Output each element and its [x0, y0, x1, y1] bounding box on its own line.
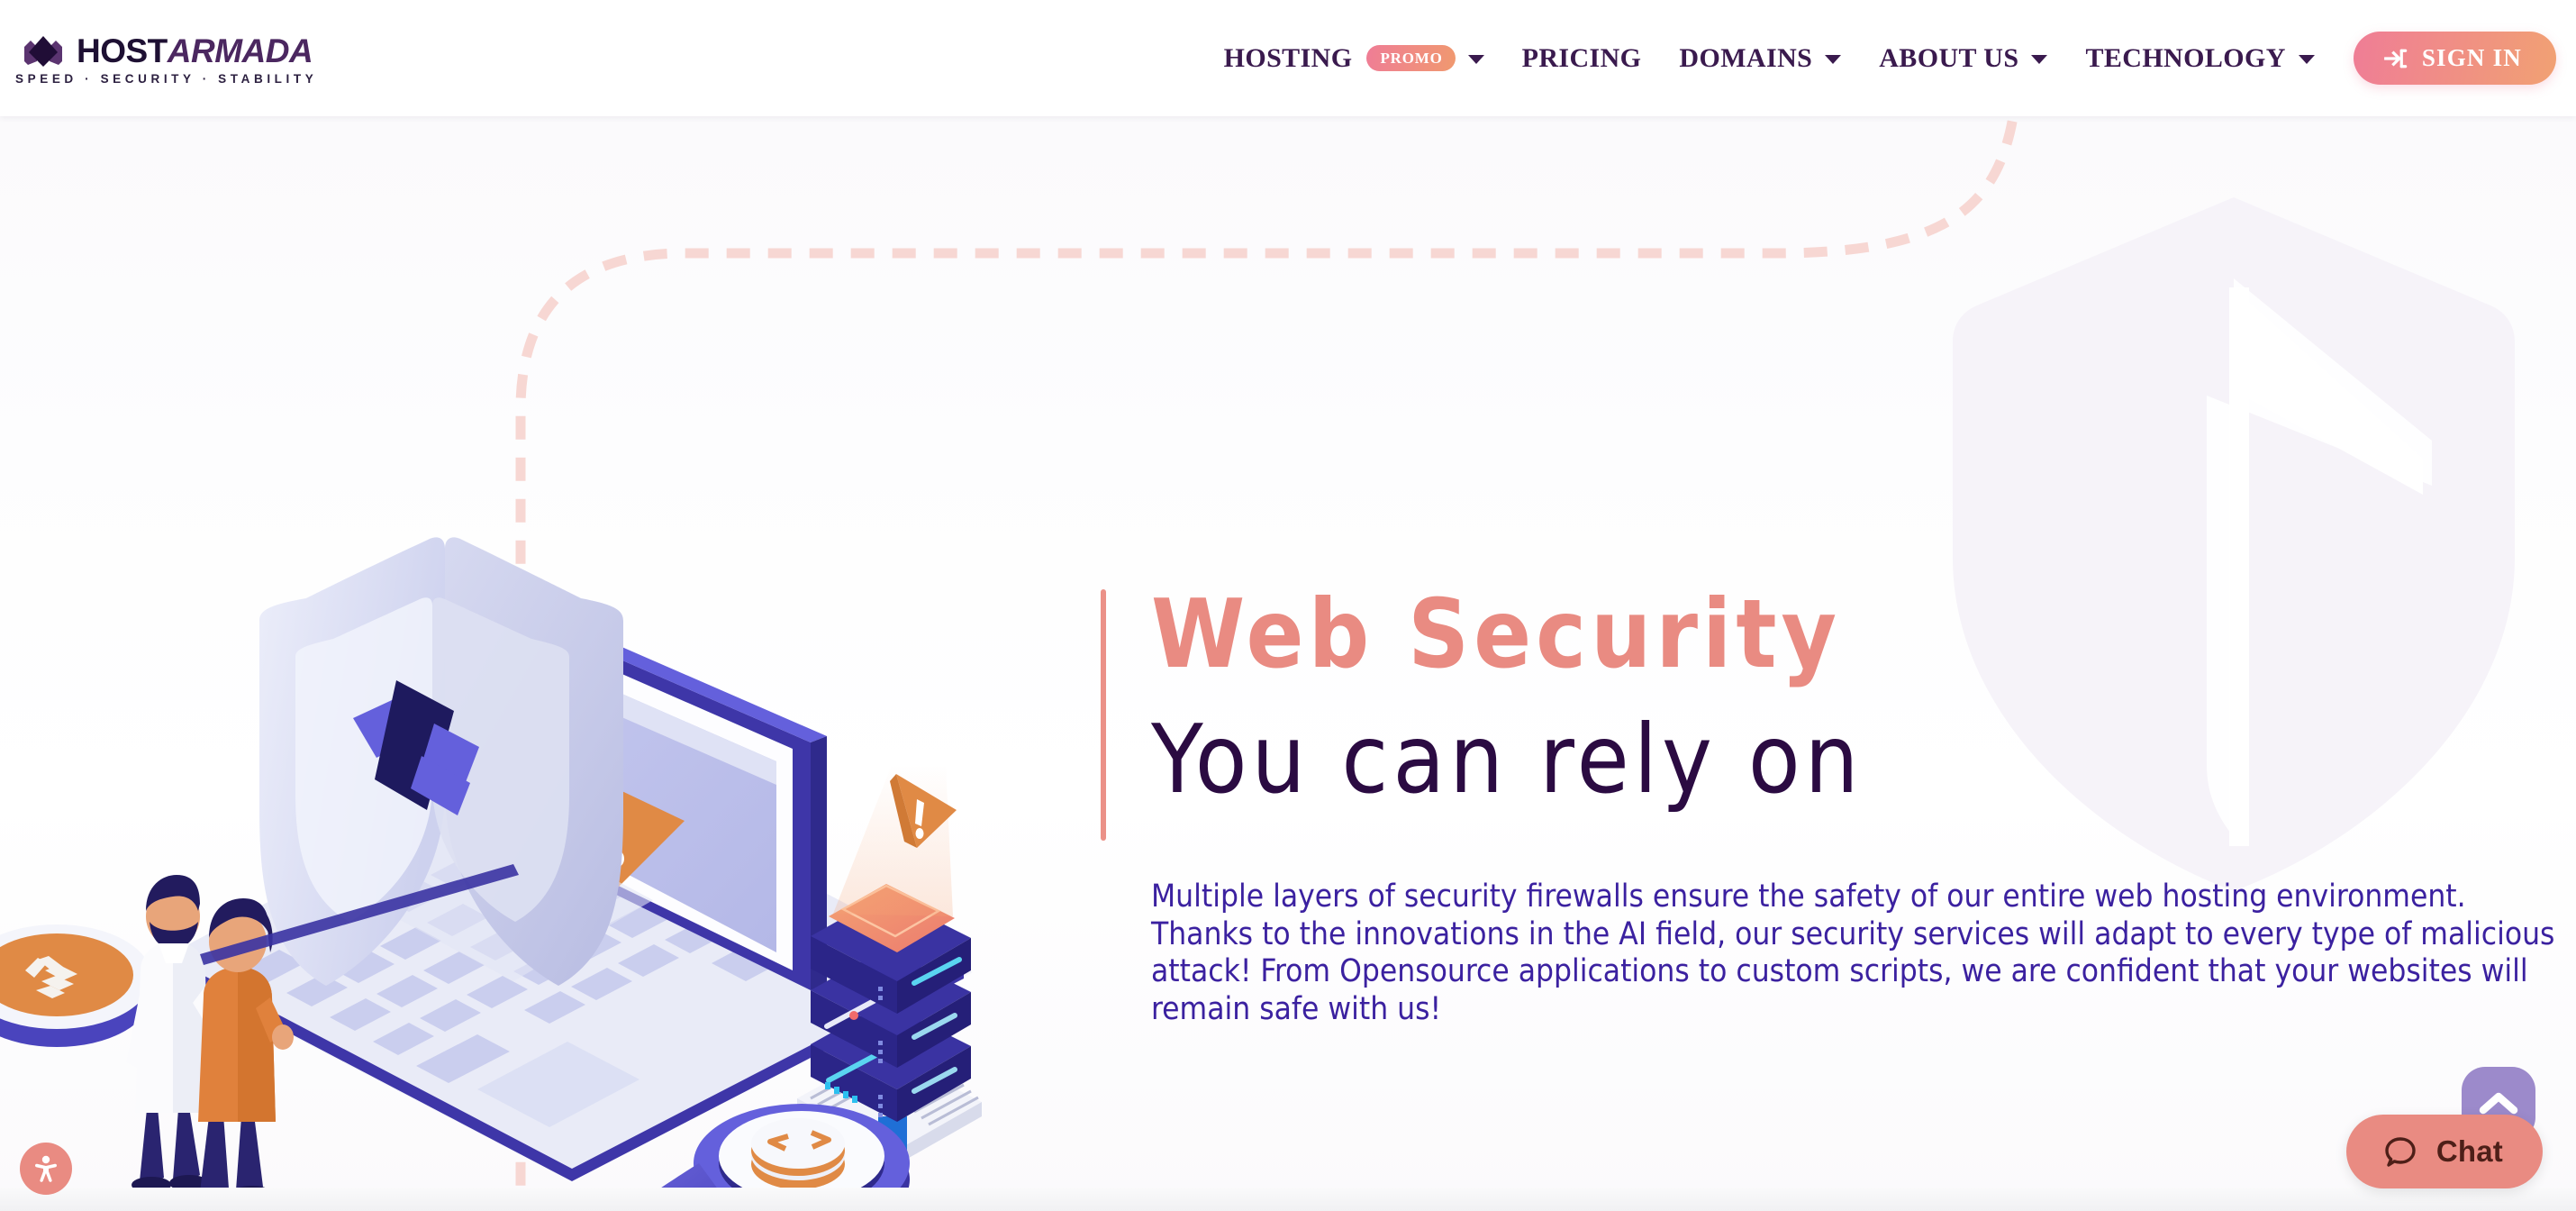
- nav-item-pricing[interactable]: PRICING: [1503, 0, 1661, 116]
- logo-host-text: HOST: [77, 32, 168, 69]
- nav-item-domains[interactable]: DOMAINS: [1660, 0, 1860, 116]
- chevron-down-icon: [2298, 55, 2315, 64]
- nav-label-technology: TECHNOLOGY: [2085, 42, 2286, 73]
- sign-in-button[interactable]: SIGN IN: [2353, 32, 2556, 85]
- chat-label: Chat: [2435, 1134, 2503, 1168]
- nav-item-hosting[interactable]: HOSTING PROMO: [1205, 0, 1503, 116]
- logo-tagline: SPEED · SECURITY · STABILITY: [15, 72, 318, 86]
- hero-text-block: Web Security You can rely on Multiple la…: [1101, 569, 2569, 1028]
- armada-diamonds-icon: [24, 36, 62, 67]
- hero-accent-bar: [1101, 589, 1106, 841]
- promo-badge: PROMO: [1366, 45, 1456, 71]
- nav-label-pricing: PRICING: [1521, 42, 1642, 73]
- nav-label-about-us: ABOUT US: [1879, 42, 2019, 73]
- accessibility-button[interactable]: [20, 1143, 72, 1195]
- sign-in-label: SIGN IN: [2421, 44, 2522, 71]
- accessibility-person-icon: [35, 1155, 57, 1182]
- logo-text: HOSTARMADA: [77, 34, 313, 68]
- chat-bubble-icon: [2385, 1137, 2416, 1167]
- hero-headings: Web Security You can rely on: [1101, 569, 2569, 823]
- site-logo[interactable]: HOSTARMADA SPEED · SECURITY · STABILITY: [13, 32, 391, 88]
- bottom-gradient-band: [0, 1188, 2576, 1211]
- logo-wordmark-row: HOSTARMADA: [13, 32, 391, 68]
- hero-paragraph: Multiple layers of security firewalls en…: [1151, 879, 2555, 1027]
- stop-hand-coin: [0, 924, 151, 1047]
- hero-heading-line1: Web Security: [1151, 579, 1842, 689]
- shield-3d: [259, 537, 653, 986]
- chevron-down-icon: [1467, 55, 1484, 64]
- chevron-up-icon: [2479, 1092, 2518, 1115]
- site-header: HOSTARMADA SPEED · SECURITY · STABILITY …: [0, 0, 2576, 116]
- sign-in-arrow-icon: [2383, 49, 2408, 68]
- nav-item-about-us[interactable]: ABOUT US: [1860, 0, 2066, 116]
- chat-button[interactable]: Chat: [2345, 1115, 2543, 1188]
- chevron-down-icon: [2031, 55, 2048, 64]
- nav-item-technology[interactable]: TECHNOLOGY: [2066, 0, 2333, 116]
- nav-label-domains: DOMAINS: [1679, 42, 1813, 73]
- main-navigation: HOSTING PROMO PRICING DOMAINS ABOUT US T…: [1205, 0, 2556, 116]
- chevron-down-icon: [1825, 55, 1842, 64]
- hero-section: Web Security You can rely on Multiple la…: [0, 116, 2576, 1211]
- isometric-web-security-illustration: [0, 537, 982, 1206]
- logo-armada-text: ARMADA: [167, 32, 313, 69]
- page-root: HOSTARMADA SPEED · SECURITY · STABILITY …: [0, 0, 2576, 1211]
- nav-label-hosting: HOSTING: [1223, 42, 1353, 73]
- hero-heading-line2: You can rely on: [1151, 705, 1864, 815]
